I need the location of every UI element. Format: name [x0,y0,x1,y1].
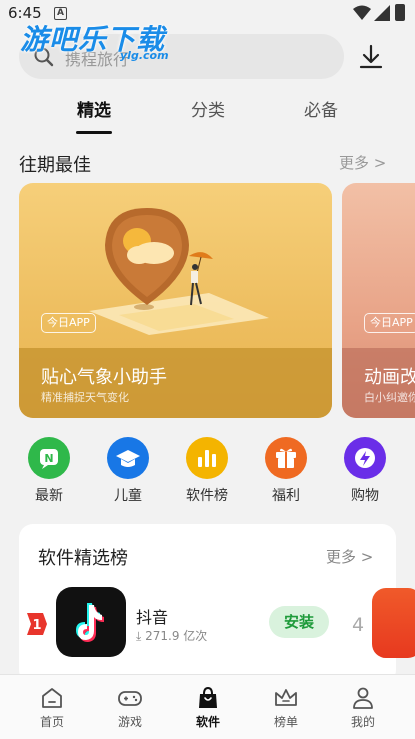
section-title: 往期最佳 [19,155,91,176]
graduation-cap-icon [107,437,149,479]
wifi-icon [353,5,371,20]
download-count: 271.9 亿次 [145,629,208,643]
category-shopping[interactable]: 购物 [335,437,395,505]
today-app-badge: 今日APP [364,313,415,333]
nav-label: 游戏 [117,715,142,729]
today-app-badge: 今日APP [41,313,96,333]
crown-icon [275,689,297,706]
gift-icon [265,437,307,479]
home-icon [42,688,62,708]
category-welfare[interactable]: 福利 [256,437,316,505]
tab-categories[interactable]: 分类 [168,96,248,121]
tab-indicator [76,131,112,134]
watermark-domain: ylg.com [120,49,169,62]
app-name: 抖音 [136,608,169,627]
tab-featured[interactable]: 精选 [54,96,134,121]
nav-label: 软件 [195,715,220,729]
tab-essentials[interactable]: 必备 [281,96,361,121]
ranking-more-link[interactable]: 更多 > [326,546,373,567]
category-label: 软件榜 [186,488,228,504]
install-button[interactable]: 安装 [269,606,329,638]
nav-label: 榜单 [273,715,298,729]
app-downloads: ⤓ 271.9 亿次 [136,627,207,644]
nav-profile[interactable]: 我的 [333,685,393,730]
rank-number: 1 [32,618,41,633]
banner-subtitle: 白小纠邀你 [364,391,415,404]
category-new[interactable]: N 最新 [19,437,79,505]
tiktok-note-icon [76,603,104,642]
nav-games[interactable]: 游戏 [100,685,160,730]
nav-software[interactable]: 软件 [178,685,238,730]
banner-weather[interactable]: 今日APP 贴心气象小助手 精准捕捉天气变化 [19,183,332,418]
banner-animation[interactable]: 今日APP 动画改 白小纠邀你 [342,183,415,418]
lightning-icon [344,437,386,479]
top-tabs: 精选 分类 必备 [0,96,415,136]
rank-number: 4 [352,614,365,636]
banner-title: 动画改 [364,367,415,388]
nav-label: 我的 [350,715,375,729]
banner-subtitle: 精准捕捉天气变化 [41,391,129,404]
app-icon-douyin[interactable] [56,587,126,657]
category-label: 福利 [272,488,300,504]
category-software-ranking[interactable]: 软件榜 [177,437,237,505]
signal-icon [374,5,390,21]
nav-label: 首页 [39,715,64,729]
bottom-nav: 首页 游戏 软件 榜单 我的 [0,674,415,739]
bar-chart-icon [186,437,228,479]
nav-ranking[interactable]: 榜单 [256,685,316,730]
new-icon: N [28,437,70,479]
watermark-logo: 游吧乐下载 ylg.com [20,18,169,62]
user-icon [353,687,373,709]
svg-text:N: N [44,452,53,465]
shopping-bag-icon [199,686,217,708]
download-icon[interactable] [358,44,384,70]
category-label: 购物 [351,488,379,504]
category-kids[interactable]: 儿童 [98,437,158,505]
battery-icon [395,4,405,21]
more-link[interactable]: 更多 > [339,152,386,173]
download-count-icon: ⤓ [136,629,142,643]
gamepad-icon [118,691,142,706]
app-icon[interactable] [372,588,415,658]
rank-badge: 1 [27,613,47,635]
category-label: 儿童 [114,488,142,504]
banner-title: 贴心气象小助手 [41,367,167,388]
nav-home[interactable]: 首页 [22,685,82,730]
ranking-title: 软件精选榜 [38,548,128,569]
category-label: 最新 [35,488,63,504]
